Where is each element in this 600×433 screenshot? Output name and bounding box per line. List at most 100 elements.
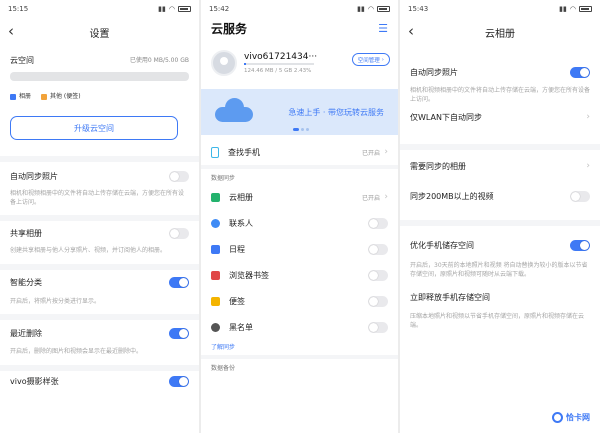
banner[interactable]: 急速上手 · 带您玩转云服务 [201,89,398,135]
calendar-toggle[interactable] [368,243,388,255]
auto-sync-toggle[interactable] [169,170,189,182]
watermark-icon [552,412,563,423]
status-time: 15:43 [408,4,429,13]
banner-text: 急速上手 · 带您玩转云服务 [288,107,384,117]
cloud-usage-text: 已使用0 MB/5.00 GB [129,57,189,64]
sync-item-calendar[interactable]: 日程 [201,236,398,262]
settings-screen: 15:15 ▮▮ ◠ ‹ 设置 云空间 已使用0 MB/5.00 GB 相册 其… [0,0,199,433]
signal-icon: ▮▮ [158,4,166,13]
auto-sync-photos-row[interactable]: 自动同步照片 [400,59,600,85]
quota-fill [244,63,246,65]
shared-album-row[interactable]: 共享相册 [0,221,199,245]
signal-icon: ▮▮ [559,4,567,13]
sync-large-video-toggle[interactable] [570,190,590,202]
smart-classify-toggle[interactable] [169,277,189,288]
recently-deleted-row[interactable]: 最近删除 [0,320,199,346]
account-card[interactable]: vivo61721434··· 124.46 MB / 5 GB 2.43% 空… [201,37,398,81]
person-icon [211,218,220,228]
optimize-storage-toggle[interactable] [570,239,590,251]
wlan-only-row[interactable]: 仅WLAN下自动同步 › [400,104,600,130]
bookmark-icon [211,270,220,280]
divider [400,220,600,226]
account-quota: 124.46 MB / 5 GB 2.43% [244,68,312,74]
cloud-album-screen: 15:43 ▮▮ ◠ ‹ 云相册 自动同步照片 相机和视频相册中的文件将自动上传… [400,0,600,433]
free-space-row[interactable]: 立即释放手机存储空间 [400,283,600,311]
battery-icon [579,5,592,12]
shared-album-toggle[interactable] [169,227,189,239]
bookmarks-toggle[interactable] [368,269,388,281]
quota-bar [244,63,314,65]
chevron-right-icon: › [384,192,388,202]
back-arrow-icon[interactable]: ‹ [408,24,414,39]
blacklist-toggle[interactable] [368,321,388,333]
watermark-text: 恰卡网 [566,413,590,422]
auto-sync-row[interactable]: 自动同步照片 [0,164,199,188]
chevron-right-icon: › [381,56,384,63]
vivo-sample-toggle[interactable] [169,376,189,387]
legend-other: 其他 (便签) [41,91,81,100]
cloud-space-summary: 云空间 已使用0 MB/5.00 GB 相册 其他 (便签) [0,47,199,100]
optimize-storage-row[interactable]: 优化手机储存空间 [400,230,600,260]
watermark-logo: 恰卡网 [552,412,590,423]
upgrade-cloud-button[interactable]: 升级云空间 [10,116,178,140]
auto-sync-photos-toggle[interactable] [570,66,590,78]
find-phone-row[interactable]: 查找手机 已开启 › [201,139,398,165]
header: ‹ 云相册 [400,17,600,47]
divider [0,156,199,162]
account-name: vivo61721434··· [244,52,318,62]
cloud-service-screen: 15:42 ▮▮ ◠ 云服务 ☰ vivo61721434··· 124.46 … [201,0,398,433]
chevron-right-icon: › [384,147,388,157]
page-title: 设置 [89,28,110,40]
header: 云服务 ☰ [201,17,398,37]
avatar [211,50,237,76]
sync-item-cloud-album[interactable]: 云相册 已开启 › [201,184,398,210]
sync-item-blacklist[interactable]: 黑名单 [201,314,398,340]
sync-item-contacts[interactable]: 联系人 [201,210,398,236]
backup-section-label: 数据备份 [211,365,236,372]
auto-sync-desc: 相机和视频相册中的文件将自动上传存储在云端，方便您在所有设备上访问。 [10,190,185,206]
battery-icon [178,5,191,12]
battery-icon [377,5,390,12]
smart-classify-desc: 开启后，将照片按分类进行显示。 [10,297,101,305]
calendar-check-icon [211,244,220,254]
person-block-icon [211,322,220,332]
optimize-storage-desc: 开启后，30天前的本地照片和视频 将自动替换为较小的版本以节省存储空间，原照片和… [410,262,588,278]
vivo-sample-row[interactable]: vivo摄影样张 [0,371,199,393]
legend-album: 相册 [10,91,31,100]
sync-item-bookmarks[interactable]: 浏览器书签 [201,262,398,288]
storage-legend: 相册 其他 (便签) [10,91,189,100]
wifi-icon: ◠ [367,4,374,13]
learn-sync-link[interactable]: 了解同步 [201,340,398,353]
page-title: 云服务 [211,21,248,36]
free-space-desc: 压缩本地照片和视频以节省手机存储空间，原照片和视频存储在云端。 [410,313,585,329]
signal-icon: ▮▮ [357,4,365,13]
status-time: 15:42 [209,4,230,13]
photo-icon [211,192,220,202]
albums-to-sync-row[interactable]: 需要同步的相册 › [400,150,600,182]
header: ‹ 设置 [0,17,199,47]
space-manage-button[interactable]: 空间管理 › [351,53,390,66]
chevron-right-icon: › [586,112,590,122]
sync-large-video-row[interactable]: 同步200MB以上的视频 [400,182,600,210]
smart-classify-row[interactable]: 智能分类 [0,270,199,296]
status-bar: 15:43 ▮▮ ◠ [400,0,600,17]
status-bar: 15:42 ▮▮ ◠ [201,0,398,17]
auto-sync-photos-desc: 相机和视频相册中的文件将自动上传存储在云端，方便您在所有设备上访问。 [410,87,591,103]
menu-icon[interactable]: ☰ [378,22,388,35]
wifi-icon: ◠ [168,4,175,13]
back-arrow-icon[interactable]: ‹ [8,24,14,39]
chevron-right-icon: › [586,161,590,171]
album-swatch-icon [10,93,16,100]
shared-album-desc: 创建共享相册与他人分享照片、视频，并订阅他人的相册。 [10,247,167,254]
status-time: 15:15 [8,4,29,13]
recently-deleted-toggle[interactable] [169,327,189,339]
sync-section-label: 数据同步 [211,175,236,182]
contacts-toggle[interactable] [368,217,388,229]
sync-list: 云相册 已开启 › 联系人 日程 浏览器书签 便签 黑名单 [201,184,398,340]
storage-bar [10,72,189,81]
sync-item-notes[interactable]: 便签 [201,288,398,314]
other-swatch-icon [41,93,48,100]
cloud-space-label: 云空间 [10,56,34,65]
notes-toggle[interactable] [368,295,388,307]
wifi-icon: ◠ [569,4,576,13]
